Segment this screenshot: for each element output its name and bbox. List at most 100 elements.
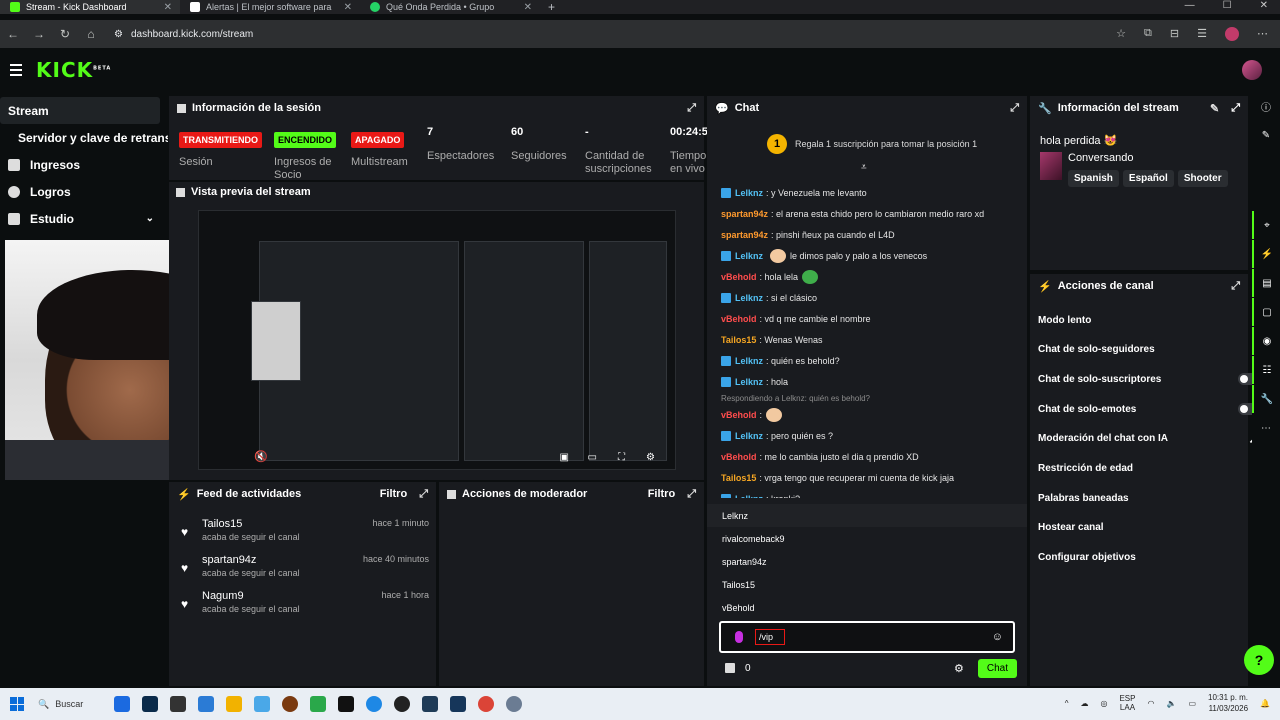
feed-user[interactable]: Nagum9 bbox=[202, 590, 244, 602]
chat-input[interactable] bbox=[755, 629, 785, 645]
expand-icon[interactable]: ⤢ bbox=[1010, 102, 1019, 115]
menu-dots-icon[interactable]: ⋯ bbox=[1257, 27, 1268, 41]
kick-logo[interactable]: KICKBETA bbox=[36, 58, 111, 82]
chat-username[interactable]: vBehold bbox=[721, 314, 757, 324]
chat-username[interactable]: spartan94z bbox=[721, 209, 768, 219]
taskbar-app-icon[interactable] bbox=[422, 696, 438, 712]
chat-send-button[interactable]: Chat bbox=[977, 658, 1017, 678]
channel-action-item[interactable]: Moderación del chat con IA↗ bbox=[1038, 425, 1260, 453]
chrome-icon[interactable] bbox=[478, 696, 494, 712]
chat-username[interactable]: Lelknz bbox=[735, 188, 763, 198]
chat-icon[interactable]: ▢ bbox=[1252, 298, 1280, 326]
mention-option[interactable]: vBehold bbox=[707, 596, 1027, 619]
split-icon[interactable]: ⊟ bbox=[1170, 27, 1179, 41]
expand-icon[interactable]: ⤢ bbox=[419, 488, 428, 501]
language-indicator[interactable]: ESP LAA bbox=[1119, 694, 1135, 712]
close-tab-icon[interactable]: ✕ bbox=[524, 2, 532, 13]
extensions-icon[interactable]: ⧉ bbox=[1144, 27, 1152, 41]
channel-action-item[interactable]: Palabras baneadas› bbox=[1038, 484, 1260, 512]
channel-action-item[interactable]: Chat de solo-seguidores› bbox=[1038, 336, 1260, 364]
edit-pencil-icon[interactable]: ✎ bbox=[1210, 102, 1219, 115]
pin-collapse-icon[interactable]: ⩡ bbox=[861, 162, 867, 173]
back-icon[interactable]: ← bbox=[0, 27, 26, 41]
chevron-up-icon[interactable]: ^ bbox=[1065, 699, 1069, 708]
chat-settings-icon[interactable]: ⚙ bbox=[954, 662, 964, 675]
photoshop-icon[interactable] bbox=[142, 696, 158, 712]
minimize-icon[interactable]: — bbox=[1185, 0, 1195, 11]
taskbar-search[interactable]: 🔍 Buscar bbox=[38, 699, 108, 710]
chat-username[interactable]: Lelknz bbox=[735, 293, 763, 303]
chat-username[interactable]: spartan94z bbox=[721, 230, 768, 240]
lightning-icon[interactable]: ⚡ bbox=[1252, 240, 1280, 268]
profile-icon[interactable] bbox=[1225, 27, 1239, 41]
broadcast-icon[interactable]: ◉ bbox=[1252, 327, 1280, 355]
theater-icon[interactable]: ▭ bbox=[588, 452, 597, 463]
hamburger-menu-icon[interactable] bbox=[10, 64, 22, 79]
chat-username[interactable]: Lelknz bbox=[735, 251, 763, 261]
taskbar-app-icon[interactable] bbox=[114, 696, 130, 712]
cloud-icon[interactable]: ☁ bbox=[1080, 699, 1088, 708]
dots-icon[interactable]: ⋯ bbox=[1252, 414, 1280, 442]
new-tab-icon[interactable]: + bbox=[548, 0, 555, 14]
taskbar-app-icon[interactable] bbox=[198, 696, 214, 712]
browser-tab-1[interactable]: Alertas | El mejor software para ✕ bbox=[180, 0, 360, 14]
forward-icon[interactable]: → bbox=[26, 27, 52, 41]
expand-icon[interactable]: ⤢ bbox=[687, 488, 696, 501]
emoji-icon[interactable]: ☺ bbox=[992, 631, 1003, 643]
taskbar-app-icon[interactable] bbox=[310, 696, 326, 712]
close-tab-icon[interactable]: ✕ bbox=[164, 2, 172, 13]
home-icon[interactable]: ⌂ bbox=[78, 27, 104, 41]
sidebar-item-stream[interactable]: Stream bbox=[0, 97, 160, 124]
settings-gear-icon[interactable]: ⚙ bbox=[646, 452, 655, 463]
feed-user[interactable]: spartan94z bbox=[202, 554, 256, 566]
chat-username[interactable]: vBehold bbox=[721, 410, 757, 420]
user-avatar[interactable] bbox=[1242, 60, 1262, 80]
document-icon[interactable]: ▤ bbox=[1252, 269, 1280, 297]
file-explorer-icon[interactable] bbox=[226, 696, 242, 712]
volume-icon[interactable]: 🔈 bbox=[1166, 699, 1176, 708]
chat-username[interactable]: vBehold bbox=[721, 452, 757, 462]
fullscreen-icon[interactable]: ⛶ bbox=[618, 452, 625, 463]
url-field[interactable]: ⚙ dashboard.kick.com/stream bbox=[114, 29, 253, 40]
channel-action-item[interactable]: Chat de solo-suscriptores bbox=[1038, 365, 1260, 393]
wifi-icon[interactable]: ◠ bbox=[1147, 699, 1154, 708]
edge-icon[interactable] bbox=[366, 696, 382, 712]
expand-icon[interactable]: ⤢ bbox=[1231, 280, 1240, 293]
channel-action-item[interactable]: Restricción de edad› bbox=[1038, 455, 1260, 483]
expand-icon[interactable]: ⤢ bbox=[1231, 102, 1240, 115]
microphone-icon[interactable] bbox=[735, 631, 743, 643]
mention-option[interactable]: spartan94z bbox=[707, 550, 1027, 573]
expand-icon[interactable]: ⤢ bbox=[687, 102, 696, 115]
chat-input-box[interactable]: ☺ bbox=[719, 621, 1015, 653]
feed-user[interactable]: Tailos15 bbox=[202, 518, 242, 530]
store-icon[interactable] bbox=[725, 663, 735, 673]
battery-icon[interactable]: ▭ bbox=[1188, 699, 1196, 708]
mute-icon[interactable]: 🔇 bbox=[254, 450, 268, 463]
help-support-icon[interactable]: ? bbox=[1244, 645, 1274, 675]
chevron-down-icon[interactable]: ⌄ bbox=[146, 213, 154, 224]
gift-sub-banner[interactable]: 1 Regala 1 suscripción para tomar la pos… bbox=[767, 134, 977, 154]
chat-username[interactable]: vBehold bbox=[721, 272, 757, 282]
notification-bell-icon[interactable]: 🔔 bbox=[1260, 699, 1270, 708]
chat-username[interactable]: Lelknz bbox=[735, 431, 763, 441]
channel-action-item[interactable]: Configurar objetivos› bbox=[1038, 544, 1260, 572]
windows-start-icon[interactable] bbox=[10, 697, 24, 711]
clock[interactable]: 10:31 p. m. 11/03/2026 bbox=[1208, 692, 1248, 714]
target-icon[interactable]: ⌖ bbox=[1252, 211, 1280, 239]
edit-icon[interactable]: ✎ bbox=[1252, 121, 1280, 149]
mention-option[interactable]: rivalcomeback9 bbox=[707, 527, 1027, 550]
settings-icon[interactable] bbox=[506, 696, 522, 712]
steam-tray-icon[interactable]: ◎ bbox=[1100, 699, 1107, 708]
filter-button[interactable]: Filtro bbox=[648, 488, 676, 500]
steam-icon[interactable] bbox=[450, 696, 466, 712]
browser-tab-0[interactable]: Stream - Kick Dashboard ✕ bbox=[0, 0, 180, 14]
close-window-icon[interactable]: ✕ bbox=[1260, 0, 1268, 11]
sidebar-item-estudio[interactable]: Estudio ⌄ bbox=[0, 205, 160, 232]
chat-username[interactable]: Lelknz bbox=[735, 494, 763, 499]
taskbar-app-icon[interactable] bbox=[338, 696, 354, 712]
taskbar-app-icon[interactable] bbox=[254, 696, 270, 712]
chat-username[interactable]: Lelknz bbox=[735, 377, 763, 387]
reload-icon[interactable]: ↻ bbox=[52, 27, 78, 41]
filter-button[interactable]: Filtro bbox=[380, 488, 408, 500]
maximize-icon[interactable]: ☐ bbox=[1223, 0, 1232, 11]
